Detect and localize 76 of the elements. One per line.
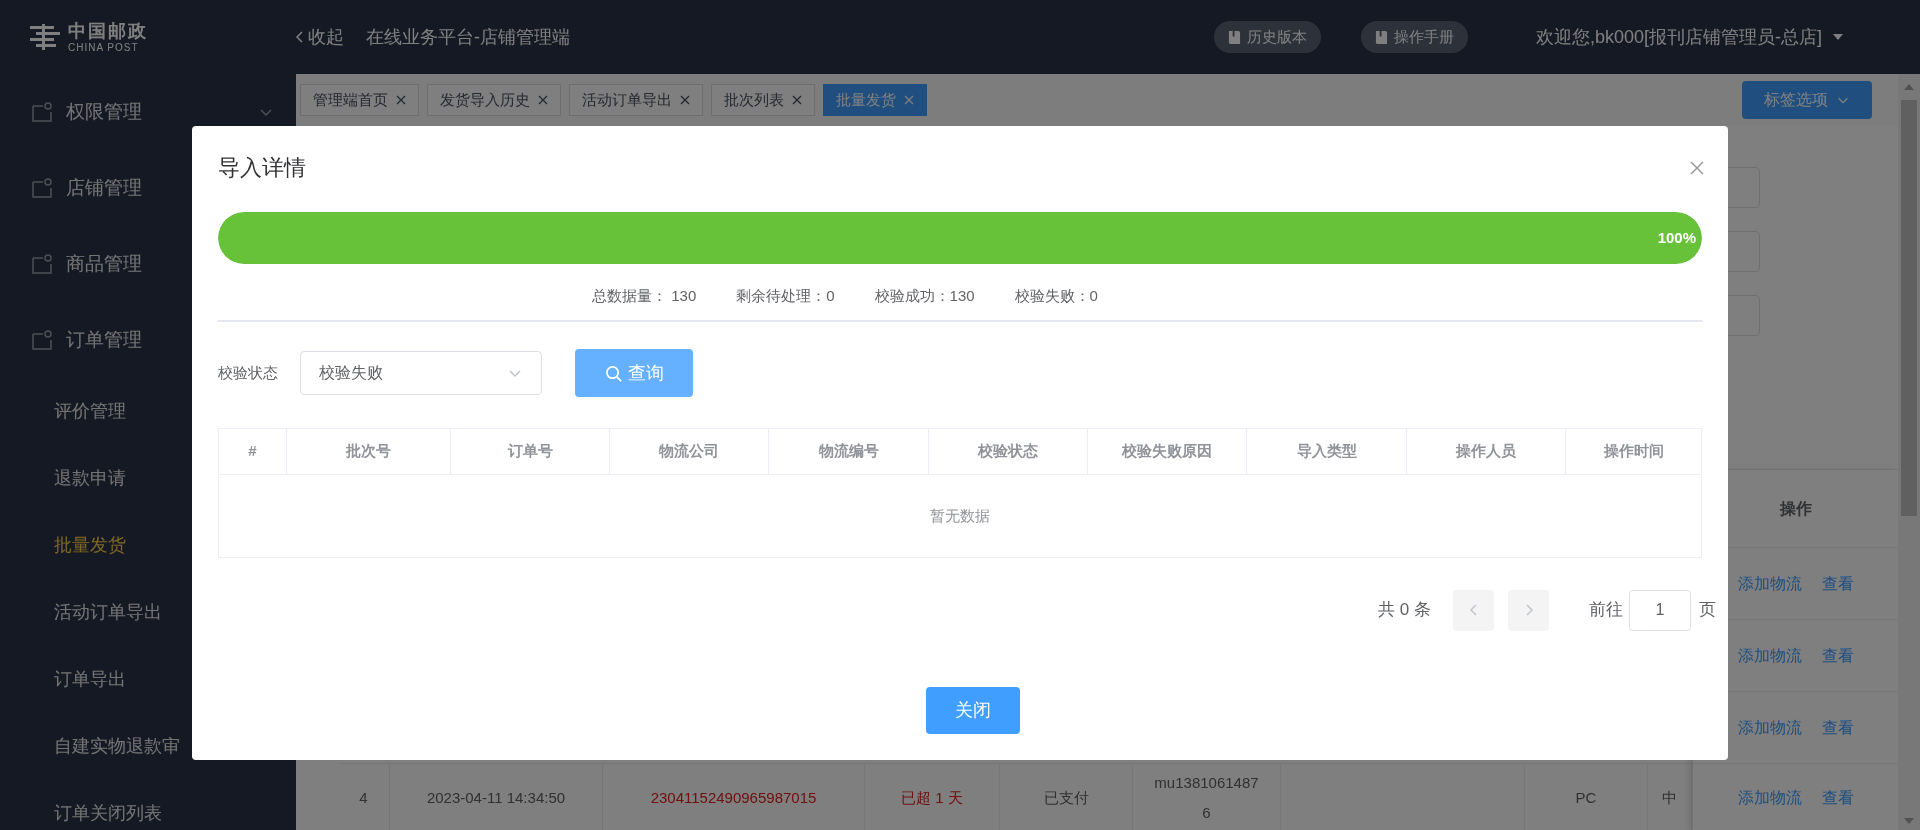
column-header: 批次号 xyxy=(346,441,391,462)
action-link[interactable]: 添加物流 xyxy=(1737,643,1802,668)
scroll-up-icon[interactable] xyxy=(1904,84,1914,90)
action-link[interactable]: 查看 xyxy=(1821,786,1854,810)
platform-title: 在线业务平台-店铺管理端 xyxy=(366,25,570,49)
page-suffix: 页 xyxy=(1699,599,1716,622)
column-header: 物流编号 xyxy=(818,441,879,462)
tab[interactable]: 批次列表 xyxy=(711,84,815,116)
column-header: 操作时间 xyxy=(1603,441,1664,462)
sidebar-item[interactable]: 订单关闭列表 xyxy=(0,780,296,830)
scrollbar[interactable] xyxy=(1898,74,1920,830)
action-link[interactable]: 查看 xyxy=(1821,715,1854,740)
stat-text: 校验失败：0 xyxy=(1014,286,1098,305)
column-header: 校验状态 xyxy=(978,441,1038,462)
column-header: 物流公司 xyxy=(659,441,719,462)
search-icon xyxy=(604,364,622,382)
action-link[interactable]: 添加物流 xyxy=(1737,571,1802,596)
tab[interactable]: 发货导入历史 xyxy=(427,84,561,116)
collapse-button[interactable]: 收起 xyxy=(292,23,344,51)
action-link[interactable]: 查看 xyxy=(1821,643,1854,668)
table-cell-text: PC xyxy=(1575,788,1597,808)
column-header: 校验失败原因 xyxy=(1122,441,1212,462)
sidebar-group[interactable]: 权限管理 xyxy=(0,74,296,150)
query-button[interactable]: 查询 xyxy=(575,349,693,397)
folder-icon xyxy=(32,330,52,350)
close-icon[interactable] xyxy=(1690,161,1704,175)
scrollbar-thumb[interactable] xyxy=(1901,100,1917,516)
tab-options-button[interactable]: 标签选项 xyxy=(1742,81,1872,119)
close-icon xyxy=(396,95,406,105)
column-header: # xyxy=(248,441,257,462)
total-count: 共 0 条 xyxy=(1378,599,1431,622)
column-header: 操作人员 xyxy=(1456,441,1516,462)
table-cell-text: 23041152490965987015 xyxy=(650,788,817,808)
tab[interactable]: 活动订单导出 xyxy=(569,84,703,116)
progress-text: 100% xyxy=(1657,227,1696,248)
scroll-down-icon[interactable] xyxy=(1904,818,1914,824)
logo-subtitle: CHINA POST xyxy=(68,42,140,53)
logo-title: 中国邮政 xyxy=(68,21,148,40)
table-cell-text: 已超 1 天 xyxy=(901,788,963,808)
action-link[interactable]: 添加物流 xyxy=(1737,715,1802,740)
user-menu[interactable]: 欢迎您,bk000[报刊店铺管理员-总店] xyxy=(1535,23,1844,51)
stat-text: 剩余待处理：0 xyxy=(736,286,835,305)
select-field[interactable]: 校验失败 xyxy=(300,351,542,395)
close-icon xyxy=(680,95,690,105)
folder-icon xyxy=(32,178,52,198)
header-button[interactable]: 历史版本 xyxy=(1213,21,1321,53)
tab[interactable]: 批量发货 xyxy=(823,84,927,116)
table-cell-text: 2023-04-11 14:34:50 xyxy=(426,788,566,808)
action-link[interactable]: 查看 xyxy=(1821,571,1854,596)
table-cell-text: 中 xyxy=(1662,788,1677,808)
folder-icon xyxy=(32,254,52,274)
logo-icon xyxy=(28,22,62,52)
stat-text: 校验成功：130 xyxy=(874,286,975,305)
table-cell-text: mu13810614876 xyxy=(1153,773,1260,823)
table-cell-text: 已支付 xyxy=(1043,788,1089,808)
column-header: 导入类型 xyxy=(1296,441,1357,462)
goto-label: 前往 xyxy=(1589,599,1623,622)
book-icon xyxy=(1374,29,1388,45)
empty-text: 暂无数据 xyxy=(930,505,990,526)
folder-icon xyxy=(32,102,52,122)
close-icon xyxy=(792,95,802,105)
filter-label: 校验状态 xyxy=(218,362,279,383)
book-icon xyxy=(1227,29,1241,45)
sidebar-group[interactable]: 商品管理 xyxy=(0,226,296,302)
page-input[interactable]: 1 xyxy=(1629,589,1691,631)
stat-text: 总数据量： 130 xyxy=(592,286,697,305)
table-cell-text: 4 xyxy=(359,788,368,808)
close-button[interactable]: 关闭 xyxy=(926,687,1020,734)
header-button[interactable]: 操作手册 xyxy=(1360,21,1468,53)
dialog-title: 导入详情 xyxy=(218,154,306,182)
action-link[interactable]: 添加物流 xyxy=(1737,786,1802,810)
tab[interactable]: 管理端首页 xyxy=(300,84,419,116)
close-icon xyxy=(538,95,548,105)
close-icon xyxy=(904,95,914,105)
caret-down-icon xyxy=(1832,33,1844,41)
column-header: 订单号 xyxy=(507,441,553,462)
